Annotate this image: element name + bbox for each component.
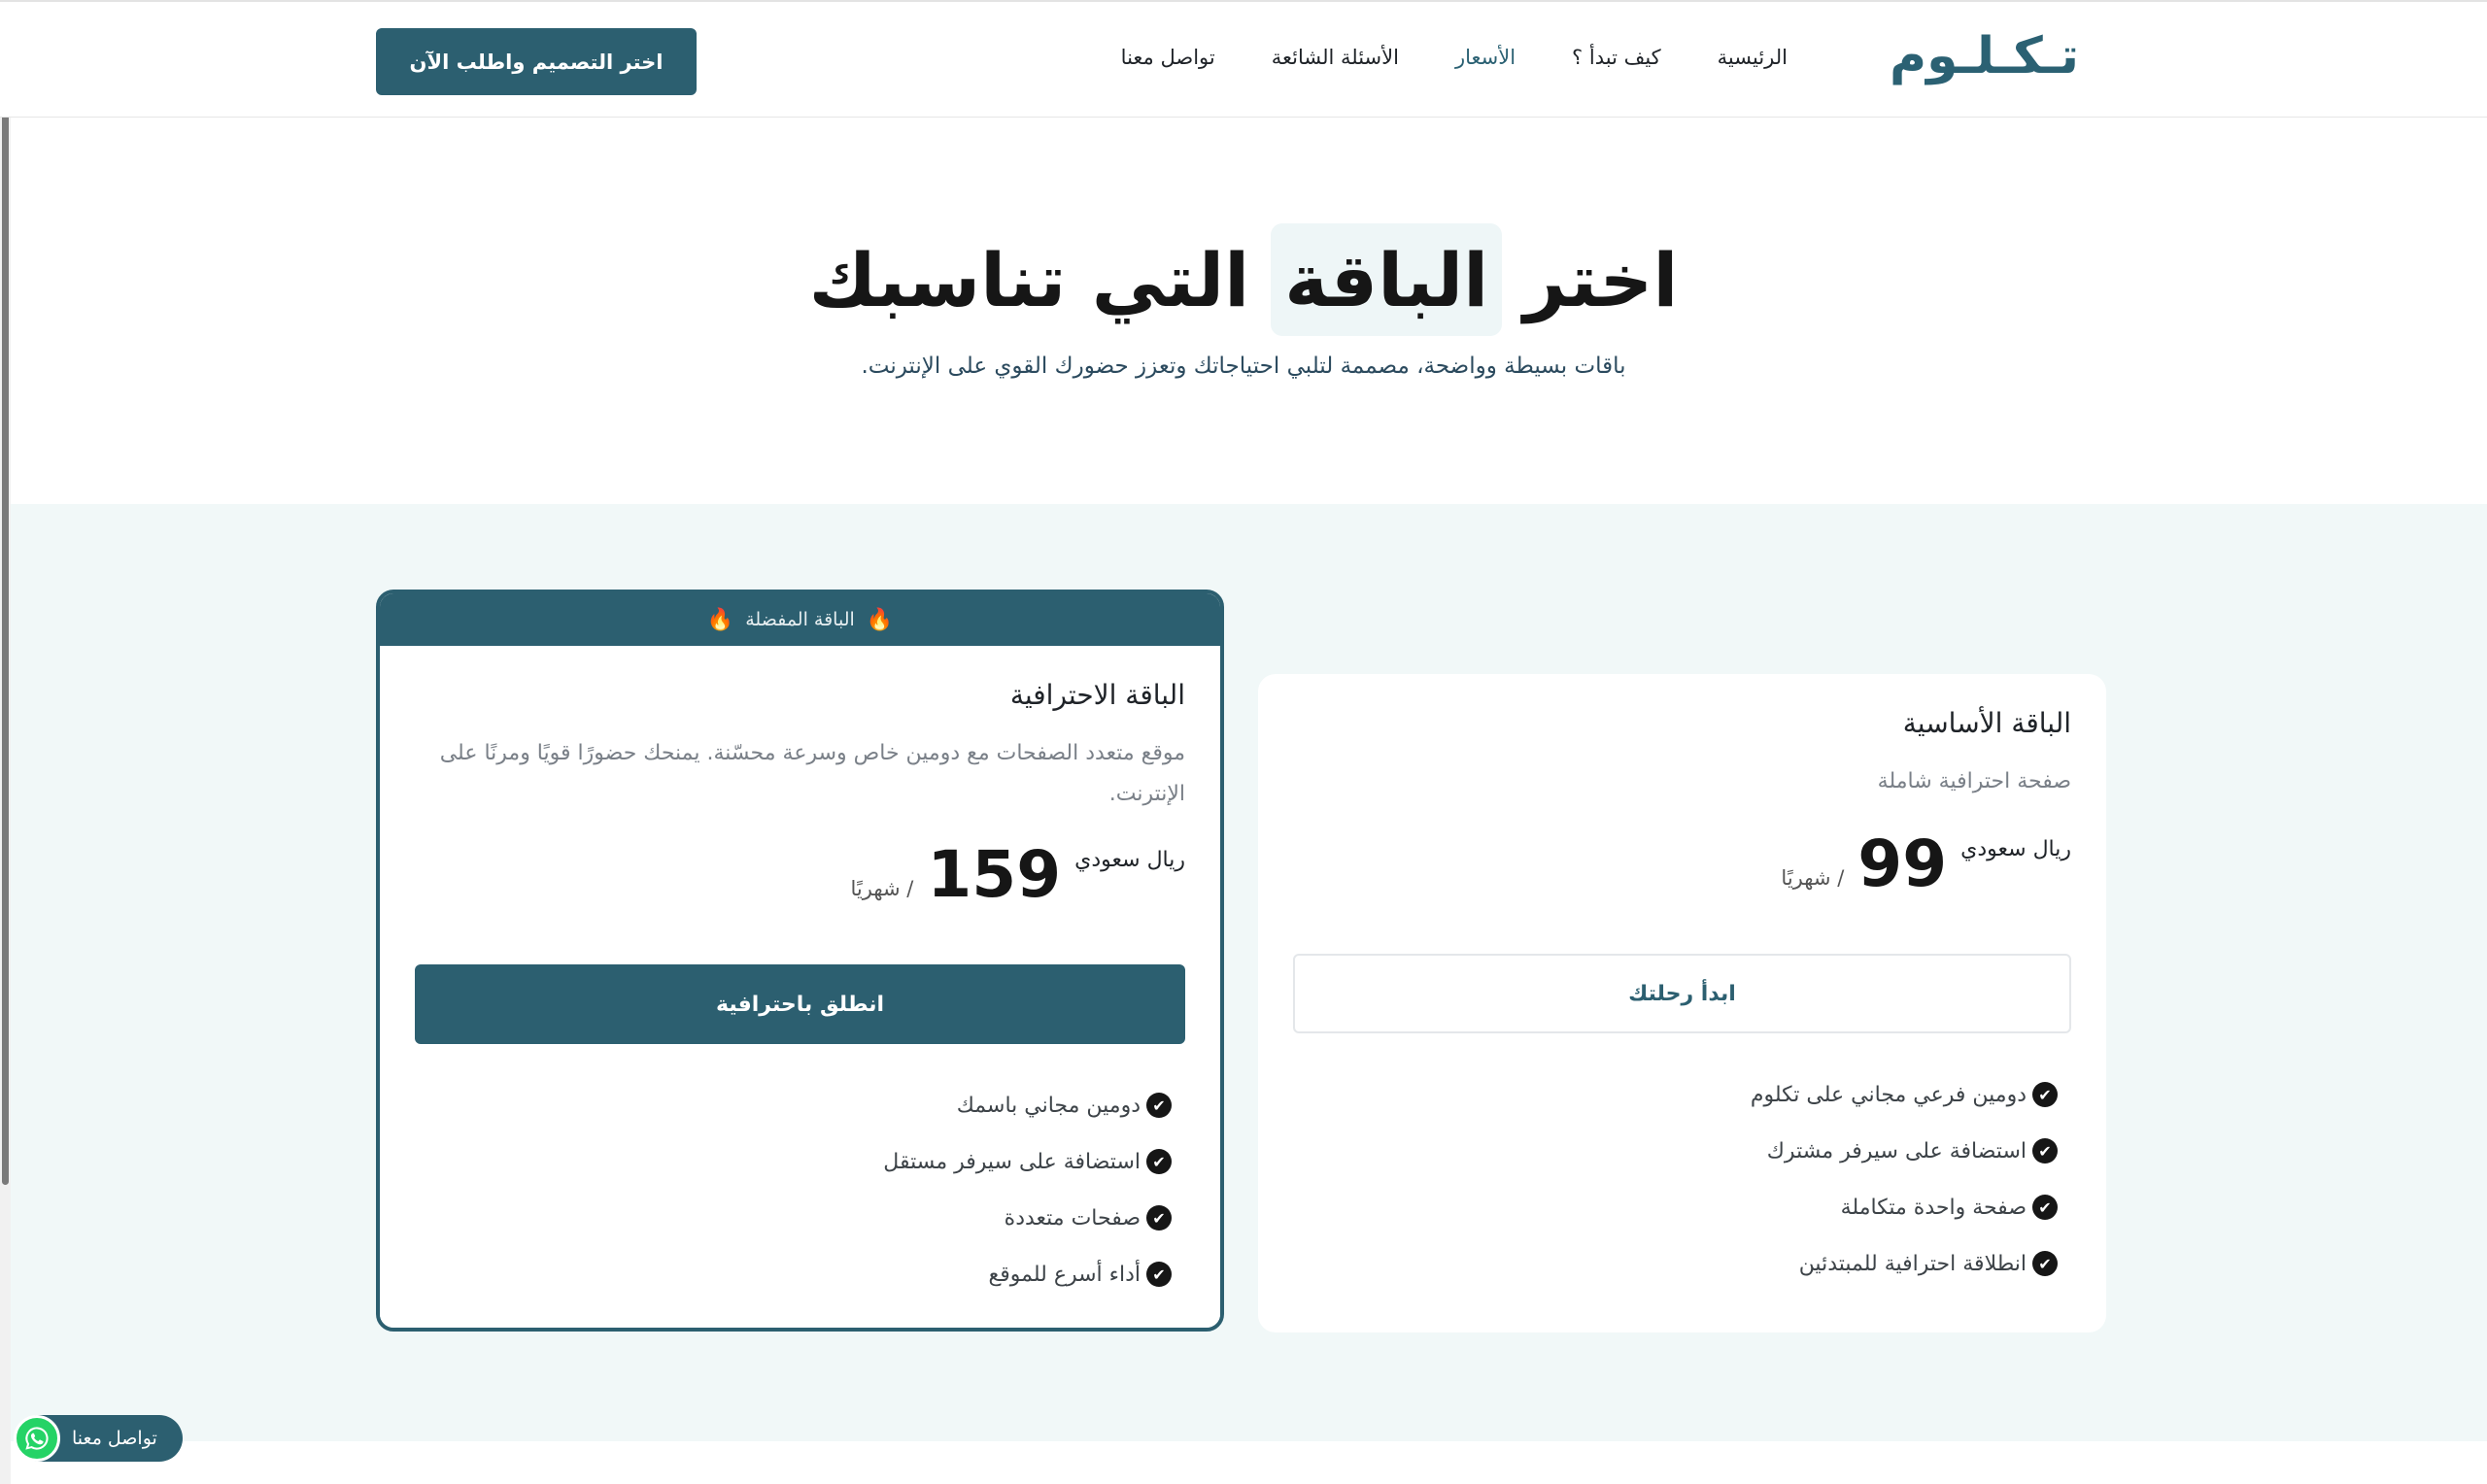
price-amount: 159 [927,837,1062,912]
feature-item: ✔ دومين فرعي مجاني على تكلوم [1751,1066,2058,1123]
nav-contact[interactable]: تواصل معنا [1121,46,1215,69]
title-highlight: الباقة [1271,223,1503,336]
plan-price: ريال سعودي 159 / شهريًا [851,840,1186,910]
page-title: اختر الباقة التي تناسبك [758,221,1729,338]
feature-item: ✔ أداء أسرع للموقع [883,1246,1172,1302]
plan-features: ✔ دومين فرعي مجاني على تكلوم ✔ استضافة على… [1751,1066,2058,1292]
feature-item: ✔ استضافة على سيرفر مشترك [1751,1123,2058,1179]
nav-faq[interactable]: الأسئلة الشائعة [1272,46,1399,69]
start-journey-button[interactable]: ابدأ رحلتك [1293,954,2071,1033]
plan-card-pro: 🔥 الباقة المفضلة 🔥 الباقة الاحترافية موق… [376,590,1224,1332]
price-period: / شهريًا [1781,866,1845,890]
scrollbar[interactable] [0,0,11,1484]
feature-text: دومين فرعي مجاني على تكلوم [1750,1082,2027,1107]
feature-item: ✔ صفحات متعددة [883,1190,1172,1246]
fire-icon: 🔥 [706,607,734,632]
price-period: / شهريًا [850,877,914,900]
feature-text: أداء أسرع للموقع [988,1262,1141,1287]
badge-label: الباقة المفضلة [745,609,855,630]
plan-description: موقع متعدد الصفحات مع دومين خاص وسرعة مح… [439,741,1185,806]
plan-name: الباقة الاحترافية [1009,679,1185,711]
check-icon: ✔ [1146,1262,1172,1287]
check-icon: ✔ [1146,1205,1172,1231]
feature-item: ✔ صفحة واحدة متكاملة [1751,1179,2058,1235]
check-icon: ✔ [2032,1138,2058,1164]
go-pro-button[interactable]: انطلق باحترافية [415,964,1185,1044]
plan-name: الباقة الأساسية [1902,707,2071,739]
favorite-badge: 🔥 الباقة المفضلة 🔥 [380,593,1220,646]
feature-item: ✔ استضافة على سيرفر مستقل [883,1133,1172,1190]
price-currency: ريال سعودي [1074,848,1185,872]
title-end: التي تناسبك [808,236,1250,323]
check-icon: ✔ [1146,1093,1172,1118]
price-amount: 99 [1857,826,1948,901]
check-icon: ✔ [2032,1251,2058,1276]
fire-icon: 🔥 [866,607,894,632]
plan-description: صفحة احترافية شاملة [1877,769,2071,793]
title-start: اختر [1523,236,1679,323]
feature-text: دومين مجاني باسمك [956,1093,1141,1118]
nav-home[interactable]: الرئيسية [1718,46,1788,69]
feature-item: ✔ دومين مجاني باسمك [883,1077,1172,1133]
whatsapp-label: تواصل معنا [72,1428,157,1449]
plan-price: ريال سعودي 99 / شهريًا [1781,829,2071,899]
nav-pricing[interactable]: الأسعار [1455,46,1516,69]
check-icon: ✔ [2032,1195,2058,1220]
feature-text: استضافة على سيرفر مشترك [1766,1138,2027,1164]
feature-text: انطلاقة احترافية للمبتدئين [1798,1251,2027,1276]
nav-how-to-start[interactable]: كيف تبدأ ؟ [1572,46,1661,69]
whatsapp-icon [14,1415,60,1462]
site-header: تـكـلـوم الرئيسية كيف تبدأ ؟ الأسعار الأ… [0,0,2487,118]
logo[interactable]: تـكـلـوم [1890,21,2075,91]
page: تـكـلـوم الرئيسية كيف تبدأ ؟ الأسعار الأ… [0,0,2487,1484]
scrollbar-thumb[interactable] [2,4,9,1185]
plan-features: ✔ دومين مجاني باسمك ✔ استضافة على سيرفر مس… [883,1077,1172,1302]
price-currency: ريال سعودي [1960,837,2071,861]
whatsapp-button[interactable]: تواصل معنا [14,1415,183,1462]
check-icon: ✔ [1146,1149,1172,1174]
plan-card-basic: الباقة الأساسية صفحة احترافية شاملة ريال… [1258,674,2106,1332]
feature-text: صفحات متعددة [1004,1205,1141,1231]
choose-design-button[interactable]: اختر التصميم واطلب الآن [376,28,697,95]
plan-body: الباقة الاحترافية موقع متعدد الصفحات مع … [380,646,1220,1328]
check-icon: ✔ [2032,1082,2058,1107]
feature-item: ✔ انطلاقة احترافية للمبتدئين [1751,1235,2058,1292]
page-subtitle: باقات بسيطة وواضحة، مصممة لتلبي احتياجات… [861,354,1626,379]
main-nav: الرئيسية كيف تبدأ ؟ الأسعار الأسئلة الشا… [1010,37,1788,78]
feature-text: استضافة على سيرفر مستقل [883,1149,1141,1174]
feature-text: صفحة واحدة متكاملة [1840,1195,2027,1220]
